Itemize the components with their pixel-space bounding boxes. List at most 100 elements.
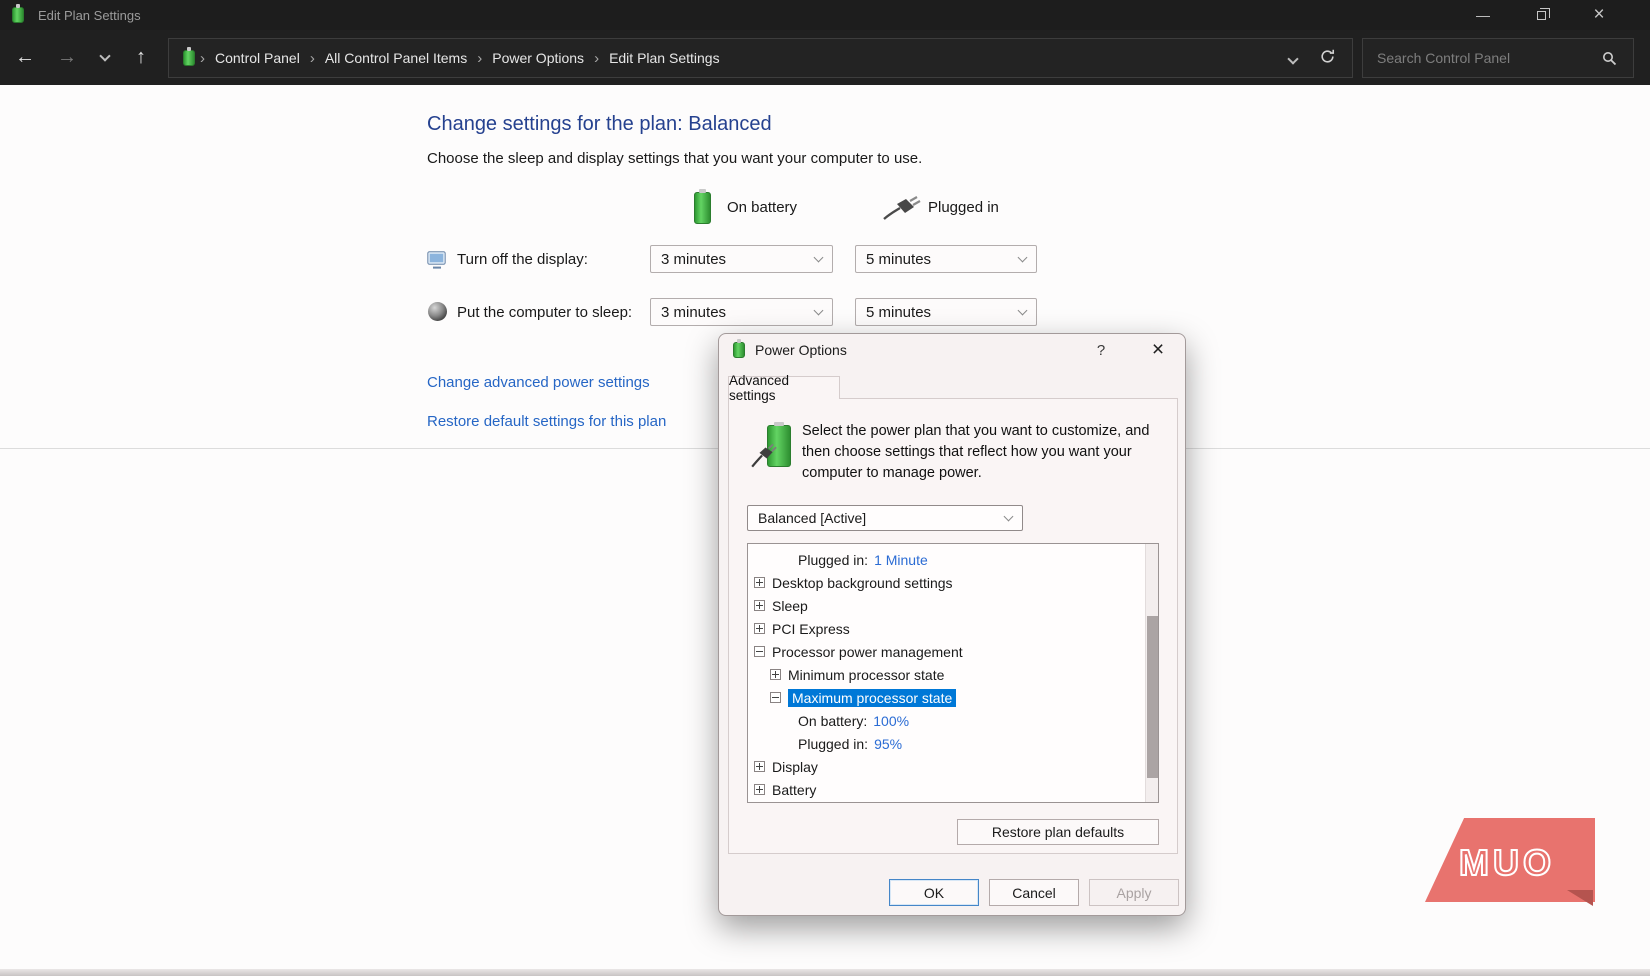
tree-item-battery[interactable]: Battery xyxy=(748,778,1158,801)
scrollbar-thumb[interactable] xyxy=(1147,616,1158,778)
search-input[interactable] xyxy=(1363,50,1602,66)
change-advanced-power-settings-link[interactable]: Change advanced power settings xyxy=(427,374,650,391)
display-icon xyxy=(427,249,447,269)
select-value: Balanced [Active] xyxy=(758,510,866,526)
close-button[interactable]: × xyxy=(1570,0,1628,30)
power-options-icon xyxy=(733,342,745,358)
breadcrumb-separator: › xyxy=(195,50,210,67)
tab-advanced-settings[interactable]: Advanced settings xyxy=(728,376,840,399)
dialog-description: Select the power plan that you want to c… xyxy=(802,421,1170,484)
tree-item-value[interactable]: 95% xyxy=(874,736,902,752)
chevron-down-icon xyxy=(1287,53,1298,64)
tree-item-label: Display xyxy=(772,759,818,775)
display-on-battery-select[interactable]: 3 minutes xyxy=(650,245,833,273)
muo-logo-text: MUO xyxy=(1459,842,1555,884)
breadcrumb-separator: › xyxy=(472,50,487,67)
help-button[interactable]: ? xyxy=(1087,336,1115,364)
chevron-down-icon xyxy=(814,253,824,263)
tree-item-display[interactable]: Display xyxy=(748,755,1158,778)
column-header-plugged-in: Plugged in xyxy=(928,199,999,216)
tree-item-on-battery-value[interactable]: On battery: 100% xyxy=(748,709,1158,732)
minimize-button[interactable]: — xyxy=(1454,0,1512,30)
maximize-button[interactable] xyxy=(1512,0,1570,30)
dialog-close-button[interactable]: × xyxy=(1142,335,1174,365)
back-button[interactable]: ← xyxy=(8,30,42,85)
sleep-on-battery-select[interactable]: 3 minutes xyxy=(650,298,833,326)
tree-item-maximum-processor-state[interactable]: Maximum processor state xyxy=(748,686,1158,709)
tree-item-label: Plugged in: xyxy=(798,736,868,752)
up-button[interactable]: ↑ xyxy=(124,30,158,85)
turn-off-display-label: Turn off the display: xyxy=(457,251,588,268)
tree-item-processor-power-management[interactable]: Processor power management xyxy=(748,640,1158,663)
tree-item-pci-express[interactable]: PCI Express xyxy=(748,617,1158,640)
chevron-down-icon xyxy=(1004,512,1014,522)
expand-icon[interactable] xyxy=(754,784,765,795)
tree-item-label-selected: Maximum processor state xyxy=(788,689,956,707)
window-titlebar: Edit Plan Settings — × xyxy=(0,0,1650,30)
ok-button[interactable]: OK xyxy=(889,879,979,906)
window-controls: — × xyxy=(1454,0,1628,30)
power-plan-select[interactable]: Balanced [Active] xyxy=(747,505,1023,531)
history-dropdown-button[interactable] xyxy=(88,30,122,85)
sleep-label: Put the computer to sleep: xyxy=(457,304,632,321)
search-box xyxy=(1362,38,1634,78)
breadcrumb-all-items[interactable]: All Control Panel Items xyxy=(320,50,472,66)
tree-item-sleep[interactable]: Sleep xyxy=(748,594,1158,617)
tree-item-label: PCI Express xyxy=(772,621,850,637)
expand-icon[interactable] xyxy=(754,577,765,588)
chevron-down-icon xyxy=(1018,306,1028,316)
tree-item-label: Sleep xyxy=(772,598,808,614)
sleep-icon xyxy=(428,302,447,321)
refresh-button[interactable] xyxy=(1319,48,1336,68)
dialog-title: Power Options xyxy=(755,342,847,358)
address-dropdown-button[interactable] xyxy=(1289,50,1297,66)
tree-item-value[interactable]: 1 Minute xyxy=(874,552,928,568)
select-value: 5 minutes xyxy=(866,251,931,268)
restore-default-settings-link[interactable]: Restore default settings for this plan xyxy=(427,413,666,430)
restore-plan-defaults-button[interactable]: Restore plan defaults xyxy=(957,819,1159,845)
cancel-button[interactable]: Cancel xyxy=(989,879,1079,906)
tree-item-label: On battery: xyxy=(798,713,867,729)
breadcrumb-power-options[interactable]: Power Options xyxy=(487,50,589,66)
display-plugged-in-select[interactable]: 5 minutes xyxy=(855,245,1037,273)
breadcrumb-edit-plan-settings[interactable]: Edit Plan Settings xyxy=(604,50,725,66)
tree-item-label: Processor power management xyxy=(772,644,963,660)
select-value: 3 minutes xyxy=(661,304,726,321)
sleep-plugged-in-select[interactable]: 5 minutes xyxy=(855,298,1037,326)
power-options-dialog: Power Options ? × Advanced settings Sele… xyxy=(718,333,1186,916)
expand-icon[interactable] xyxy=(754,761,765,772)
tree-item-minimum-processor-state[interactable]: Minimum processor state xyxy=(748,663,1158,686)
breadcrumb-separator: › xyxy=(589,50,604,67)
tree-item-desktop-background-settings[interactable]: Desktop background settings xyxy=(748,571,1158,594)
tree-scrollbar[interactable] xyxy=(1145,544,1158,802)
battery-plug-icon xyxy=(755,423,799,471)
apply-button[interactable]: Apply xyxy=(1089,879,1179,906)
restore-icon xyxy=(1537,11,1546,20)
tree-item-plugged-in-time[interactable]: Plugged in: 1 Minute xyxy=(748,548,1158,571)
window-title: Edit Plan Settings xyxy=(38,8,141,23)
breadcrumb-control-panel[interactable]: Control Panel xyxy=(210,50,305,66)
tree-item-plugged-in-value[interactable]: Plugged in: 95% xyxy=(748,732,1158,755)
on-battery-icon xyxy=(694,192,711,224)
tree-item-label: Battery xyxy=(772,782,816,798)
collapse-icon[interactable] xyxy=(754,646,765,657)
page-title: Change settings for the plan: Balanced xyxy=(427,113,772,136)
collapse-icon[interactable] xyxy=(770,692,781,703)
advanced-settings-tree: Plugged in: 1 Minute Desktop background … xyxy=(747,543,1159,803)
tree-item-label: Minimum processor state xyxy=(788,667,944,683)
breadcrumb-separator: › xyxy=(305,50,320,67)
window-bottom-edge xyxy=(0,969,1650,976)
expand-icon[interactable] xyxy=(770,669,781,680)
expand-icon[interactable] xyxy=(754,623,765,634)
forward-button[interactable]: → xyxy=(50,30,84,85)
expand-icon[interactable] xyxy=(754,600,765,611)
tree-item-label: Desktop background settings xyxy=(772,575,953,591)
address-bar[interactable]: › Control Panel › All Control Panel Item… xyxy=(168,38,1353,78)
search-icon[interactable] xyxy=(1602,51,1617,66)
page-subtitle: Choose the sleep and display settings th… xyxy=(427,150,922,167)
tree-item-value[interactable]: 100% xyxy=(873,713,909,729)
refresh-icon xyxy=(1319,48,1336,65)
muo-watermark: MUO xyxy=(1425,818,1595,902)
plugged-in-icon xyxy=(882,196,922,220)
advanced-settings-page: Select the power plan that you want to c… xyxy=(728,398,1178,854)
